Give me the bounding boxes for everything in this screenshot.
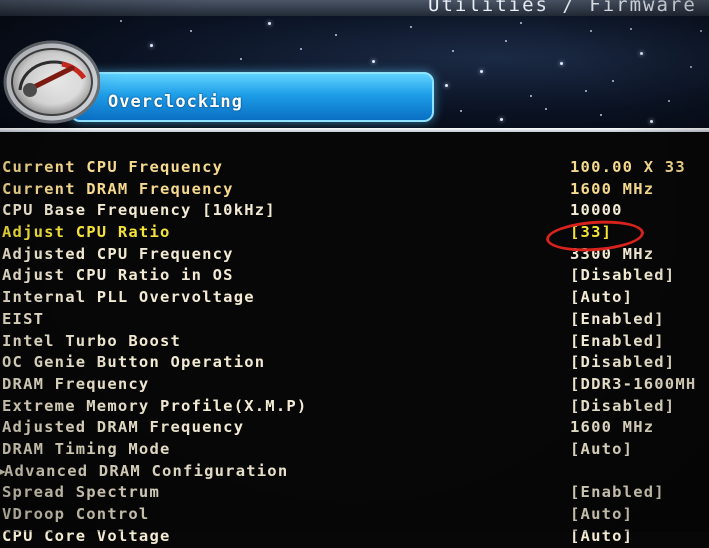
setting-value: 1600 MHz — [570, 179, 655, 198]
setting-row: Current DRAM Frequency 1600 MHz — [0, 180, 709, 202]
star — [560, 62, 563, 65]
setting-label: OC Genie Button Operation — [2, 353, 266, 372]
star — [520, 22, 522, 24]
star — [300, 48, 302, 50]
setting-row[interactable]: DRAM Frequency [DDR3-1600MH — [0, 375, 709, 397]
setting-value[interactable]: [Auto] — [570, 527, 633, 545]
setting-value[interactable]: [Enabled] — [570, 483, 665, 501]
setting-row[interactable]: OC Genie Button Operation [Disabled] — [0, 353, 709, 375]
setting-label: CPU Core Voltage — [2, 526, 171, 545]
setting-value[interactable]: 10000 — [570, 201, 623, 219]
star — [335, 34, 337, 36]
setting-label: Internal PLL Overvoltage — [2, 288, 255, 307]
header-divider — [0, 128, 709, 132]
star — [505, 40, 507, 42]
setting-value[interactable]: [Auto] — [570, 505, 633, 523]
setting-row[interactable]: VDroop Control [Auto] — [0, 505, 709, 527]
setting-value: 100.00 X 33 — [570, 158, 686, 176]
setting-value[interactable]: [Disabled] — [570, 266, 675, 284]
setting-value[interactable]: 1600 MHz — [570, 418, 654, 436]
setting-label: Intel Turbo Boost — [2, 331, 182, 350]
setting-value[interactable]: [Enabled] — [570, 332, 665, 350]
star — [668, 100, 670, 102]
star — [190, 30, 192, 32]
star — [590, 30, 592, 32]
star — [372, 60, 375, 63]
section-title: Overclocking — [108, 92, 243, 112]
setting-row[interactable]: EIST [Enabled] — [0, 310, 709, 332]
setting-label: VDroop Control — [2, 505, 150, 523]
setting-value[interactable]: [Disabled] — [570, 353, 675, 371]
bios-header: Utilities / Firmware Overclocking — [0, 0, 709, 128]
setting-value[interactable]: [DDR3-1600MH — [570, 375, 696, 393]
star — [445, 84, 448, 87]
star — [460, 110, 462, 112]
setting-label: DRAM Timing Mode — [2, 439, 171, 458]
setting-row: Current CPU Frequency 100.00 X 33 — [0, 158, 709, 180]
setting-label: DRAM Frequency — [2, 374, 150, 393]
setting-label: Current CPU Frequency — [2, 158, 224, 176]
star — [640, 52, 643, 55]
top-strip-text: Utilities / Firmware — [428, 0, 697, 16]
setting-label: Extreme Memory Profile(X.M.P) — [2, 396, 308, 415]
setting-label: Adjusted DRAM Frequency — [2, 418, 245, 437]
setting-label: Adjusted CPU Frequency — [2, 244, 234, 263]
setting-row[interactable]: Intel Turbo Boost [Enabled] — [0, 332, 709, 354]
setting-row[interactable]: CPU Core Voltage [Auto] — [0, 527, 709, 548]
overclocking-settings-list: Current CPU Frequency 100.00 X 33 Current … — [0, 158, 709, 548]
setting-row[interactable]: DRAM Timing Mode [Auto] — [0, 440, 709, 462]
star — [585, 90, 587, 92]
star — [700, 30, 702, 32]
setting-label: Adjust CPU Ratio — [2, 223, 171, 242]
star — [650, 120, 653, 123]
star — [268, 22, 271, 25]
star — [545, 108, 547, 110]
section-title-bar: Overclocking — [70, 72, 434, 122]
setting-value[interactable]: [Enabled] — [570, 310, 665, 328]
setting-label: CPU Base Frequency [10kHz] — [2, 201, 276, 220]
star — [410, 26, 412, 28]
star — [600, 114, 602, 116]
setting-row[interactable]: Adjust CPU Ratio in OS [Disabled] — [0, 266, 709, 288]
star — [452, 50, 454, 52]
setting-row[interactable]: Adjusted DRAM Frequency 1600 MHz — [0, 418, 709, 440]
setting-label: EIST — [2, 309, 45, 328]
setting-row[interactable]: ▸ Advanced DRAM Configuration — [0, 462, 709, 484]
star — [630, 28, 632, 30]
star — [500, 118, 503, 121]
setting-label: Adjust CPU Ratio in OS — [2, 266, 234, 285]
setting-value[interactable]: [Disabled] — [570, 397, 675, 415]
star — [530, 95, 532, 97]
setting-label: Current DRAM Frequency — [2, 179, 234, 198]
setting-row[interactable]: Internal PLL Overvoltage [Auto] — [0, 288, 709, 310]
star — [150, 44, 153, 47]
star — [480, 70, 483, 73]
setting-row[interactable]: Extreme Memory Profile(X.M.P) [Disabled] — [0, 397, 709, 419]
star — [612, 80, 614, 82]
speedometer-gauge-icon[interactable] — [0, 38, 100, 124]
setting-label: Advanced DRAM Configuration — [4, 461, 289, 480]
setting-value[interactable]: [Auto] — [570, 288, 633, 306]
setting-row[interactable]: Spread Spectrum [Enabled] — [0, 483, 709, 505]
star — [240, 58, 242, 60]
top-strip: Utilities / Firmware — [0, 0, 709, 16]
setting-value[interactable]: [Auto] — [570, 440, 633, 458]
setting-label: Spread Spectrum — [2, 483, 160, 502]
star — [120, 20, 122, 22]
star — [690, 66, 692, 68]
